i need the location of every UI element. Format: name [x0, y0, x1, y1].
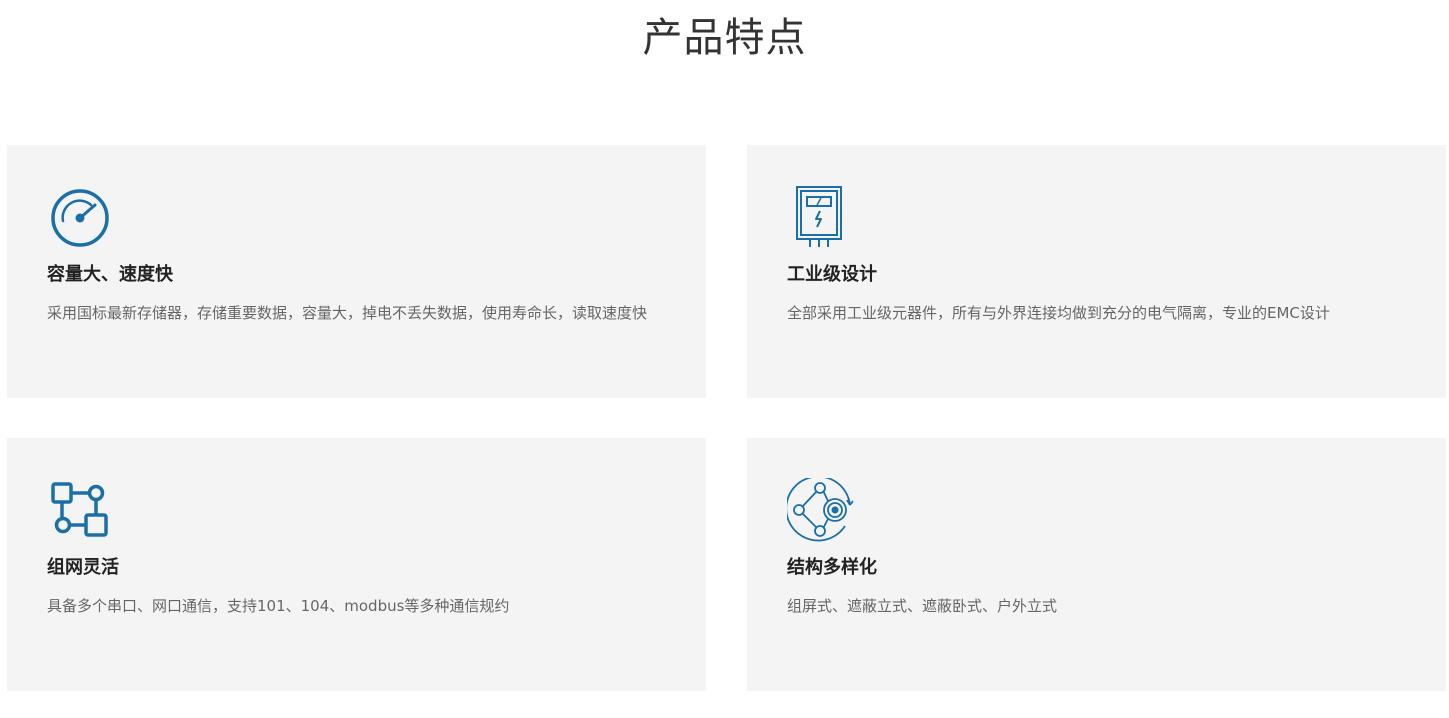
feature-title: 结构多样化: [787, 557, 877, 578]
feature-description: 全部采用工业级元器件，所有与外界连接均做到充分的电气隔离，专业的EMC设计: [787, 304, 1330, 322]
network-nodes-icon: [47, 478, 117, 548]
feature-description: 组屏式、遮蔽立式、遮蔽卧式、户外立式: [787, 597, 1058, 615]
electric-cabinet-icon: [787, 185, 857, 255]
feature-description: 具备多个串口、网口通信，支持101、104、modbus等多种通信规约: [47, 597, 510, 615]
feature-title: 工业级设计: [787, 264, 877, 285]
feature-title: 组网灵活: [47, 557, 119, 578]
feature-card-flexible-networking: 组网灵活 具备多个串口、网口通信，支持101、104、modbus等多种通信规约: [7, 438, 706, 691]
speedometer-icon: [47, 185, 117, 255]
structure-hub-icon: [787, 478, 857, 548]
feature-title: 容量大、速度快: [47, 264, 173, 285]
page-title: 产品特点: [642, 15, 807, 61]
feature-card-diverse-structure: 结构多样化 组屏式、遮蔽立式、遮蔽卧式、户外立式: [747, 438, 1446, 691]
feature-description: 采用国标最新存储器，存储重要数据，容量大，掉电不丢失数据，使用寿命长，读取速度快: [47, 304, 648, 322]
feature-card-industrial-design: 工业级设计 全部采用工业级元器件，所有与外界连接均做到充分的电气隔离，专业的EM…: [747, 145, 1446, 398]
feature-card-capacity-speed: 容量大、速度快 采用国标最新存储器，存储重要数据，容量大，掉电不丢失数据，使用寿…: [7, 145, 706, 398]
